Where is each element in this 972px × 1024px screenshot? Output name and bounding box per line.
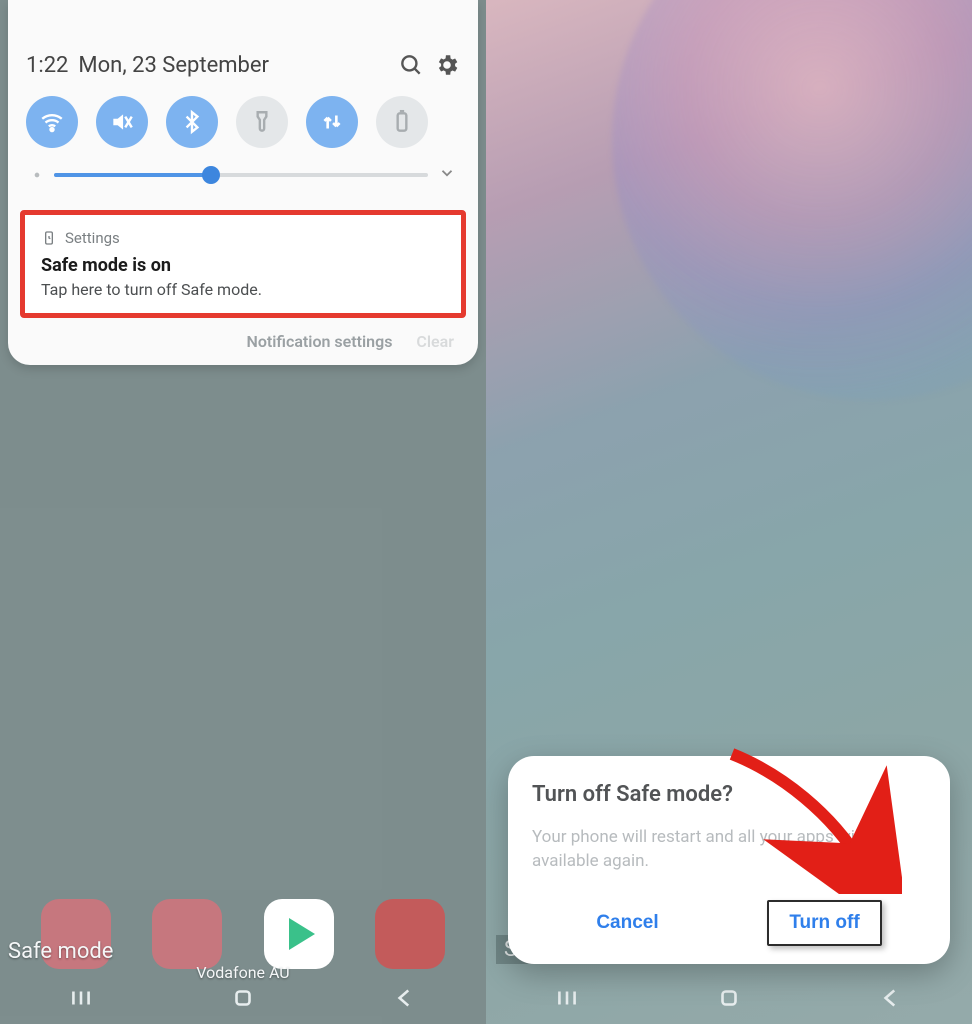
clock: 1:22 xyxy=(26,53,68,78)
phone-right: Safe mode Turn off Safe mode? Your phone… xyxy=(486,0,972,1024)
clear-all-button[interactable]: Clear xyxy=(416,332,454,351)
cancel-button[interactable]: Cancel xyxy=(576,902,678,944)
wallpaper-swirl xyxy=(612,0,972,400)
quick-settings-row xyxy=(20,92,466,162)
qs-flashlight[interactable] xyxy=(236,96,288,148)
notification-app-name: Settings xyxy=(65,229,120,247)
turn-off-safe-mode-dialog: Turn off Safe mode? Your phone will rest… xyxy=(508,756,950,964)
brightness-slider[interactable] xyxy=(20,162,466,196)
home-button[interactable] xyxy=(716,985,742,1015)
chevron-down-icon[interactable] xyxy=(438,164,456,186)
sun-low-icon xyxy=(30,168,44,182)
brightness-fill xyxy=(54,173,211,177)
phone-refresh-icon xyxy=(41,230,57,246)
dialog-title: Turn off Safe mode? xyxy=(532,782,926,807)
brightness-thumb[interactable] xyxy=(202,166,220,184)
qs-mute-vibrate[interactable] xyxy=(96,96,148,148)
brightness-track[interactable] xyxy=(54,173,428,177)
notification-shade: 1:22 Mon, 23 September xyxy=(8,0,478,365)
turn-off-button[interactable]: Turn off xyxy=(767,900,881,946)
shade-header: 1:22 Mon, 23 September xyxy=(20,46,466,92)
dock-app-messages[interactable] xyxy=(152,899,222,969)
dock-app-camera[interactable] xyxy=(375,899,445,969)
phone-left: Safe mode Vodafone AU ᵇ ⁴ᴳ ↕ ⚡72% ▮ 1:22… xyxy=(0,0,486,1024)
dialog-body: Your phone will restart and all your app… xyxy=(532,825,926,874)
back-button[interactable] xyxy=(878,985,904,1015)
dialog-actions: Cancel Turn off xyxy=(532,900,926,946)
qs-bluetooth[interactable] xyxy=(166,96,218,148)
shade-footer: Notification settings Clear xyxy=(20,318,466,353)
recents-button[interactable] xyxy=(554,985,580,1015)
android-nav-bar xyxy=(0,976,486,1024)
date: Mon, 23 September xyxy=(78,53,388,78)
search-icon[interactable] xyxy=(398,52,424,78)
home-button[interactable] xyxy=(230,985,256,1015)
notification-app-row: Settings xyxy=(41,229,445,247)
gear-icon[interactable] xyxy=(434,52,460,78)
notification-title: Safe mode is on xyxy=(41,255,445,276)
notification-body: Tap here to turn off Safe mode. xyxy=(41,280,445,299)
notification-settings-link[interactable]: Notification settings xyxy=(247,332,393,351)
dock-app-play[interactable] xyxy=(264,899,334,969)
safe-mode-notification[interactable]: Settings Safe mode is on Tap here to tur… xyxy=(20,210,466,318)
qs-wifi[interactable] xyxy=(26,96,78,148)
recents-button[interactable] xyxy=(68,985,94,1015)
qs-mobile-data[interactable] xyxy=(306,96,358,148)
safe-mode-watermark: Safe mode xyxy=(8,939,113,964)
android-nav-bar xyxy=(486,976,972,1024)
play-icon xyxy=(289,918,315,950)
back-button[interactable] xyxy=(392,985,418,1015)
qs-power-save[interactable] xyxy=(376,96,428,148)
